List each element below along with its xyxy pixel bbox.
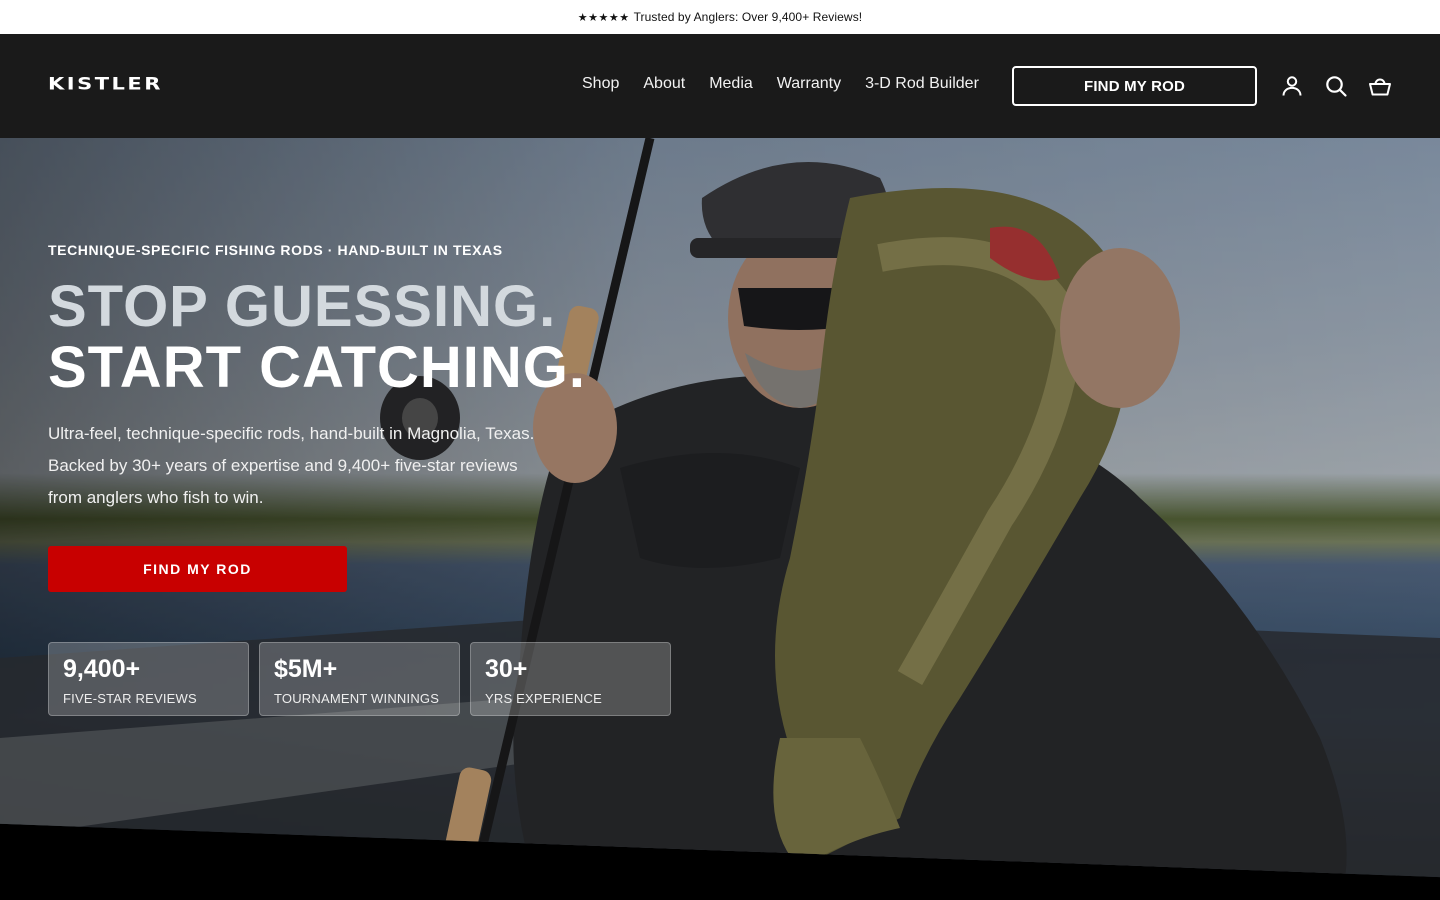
find-my-rod-header-button[interactable]: FIND MY ROD (1012, 66, 1257, 106)
cart-icon[interactable] (1368, 74, 1392, 98)
account-icon[interactable] (1280, 74, 1304, 98)
stat-card-winnings: $5M+ TOURNAMENT WINNINGS (259, 642, 460, 716)
main-nav: Shop About Media Warranty 3-D Rod Builde… (582, 75, 979, 93)
nav-shop[interactable]: Shop (582, 75, 619, 93)
hero-section: TECHNIQUE-SPECIFIC FISHING RODS · HAND-B… (0, 138, 1440, 900)
find-my-rod-hero-button[interactable]: FIND MY ROD (48, 546, 347, 592)
stat-label: YRS EXPERIENCE (485, 691, 602, 706)
nav-3d-rod-builder[interactable]: 3-D Rod Builder (865, 75, 979, 93)
hero-body-text: Ultra-feel, technique-specific rods, han… (48, 424, 535, 507)
stat-card-experience: 30+ YRS EXPERIENCE (470, 642, 671, 716)
stat-label: TOURNAMENT WINNINGS (274, 691, 440, 706)
stat-number: 30+ (485, 655, 528, 683)
site-header: KISTLER Shop About Media Warranty 3-D Ro… (0, 34, 1440, 138)
announcement-text: Trusted by Anglers: Over 9,400+ Reviews! (633, 10, 863, 24)
kistler-logo[interactable]: KISTLER (48, 74, 163, 94)
stat-label: FIVE-STAR REVIEWS (63, 691, 197, 706)
star-rating-icon: ★★★★★ (577, 11, 630, 24)
nav-about[interactable]: About (643, 75, 685, 93)
nav-media[interactable]: Media (709, 75, 753, 93)
stat-number: 9,400+ (63, 655, 141, 683)
hero-eyebrow: TECHNIQUE-SPECIFIC FISHING RODS · HAND-B… (48, 242, 503, 258)
headline-line-2: START CATCHING. (48, 335, 587, 400)
headline-line-1: STOP GUESSING. (48, 274, 557, 339)
stat-number: $5M+ (274, 655, 338, 683)
search-icon[interactable] (1324, 74, 1348, 98)
hero-headline: STOP GUESSING. START CATCHING. (48, 276, 586, 398)
announcement-bar: ★★★★★ Trusted by Anglers: Over 9,400+ Re… (0, 0, 1440, 34)
nav-warranty[interactable]: Warranty (777, 75, 841, 93)
stat-card-reviews: 9,400+ FIVE-STAR REVIEWS (48, 642, 249, 716)
